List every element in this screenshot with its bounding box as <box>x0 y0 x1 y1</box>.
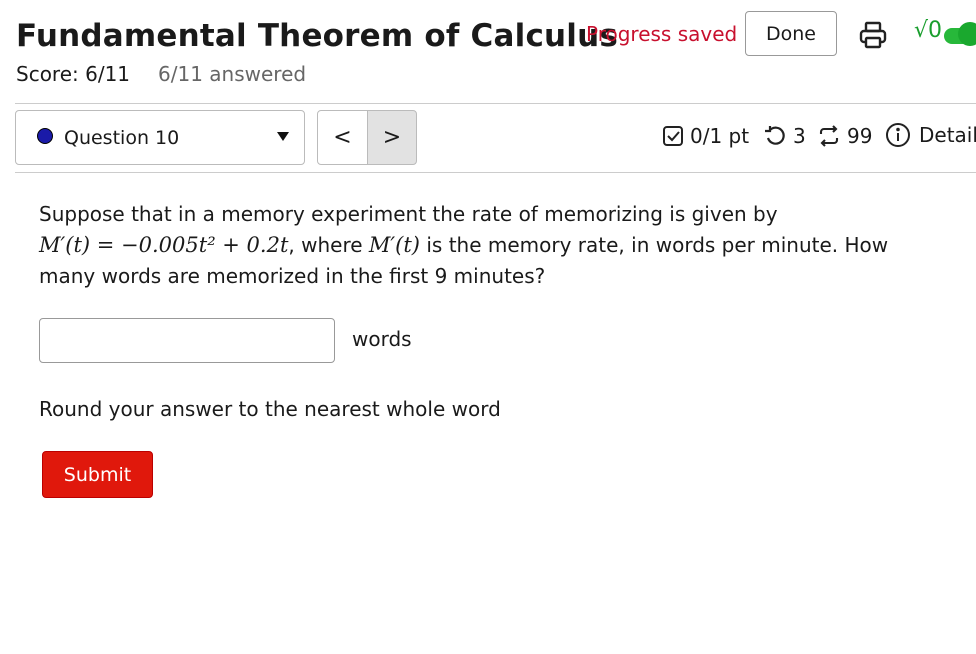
details-label: Details <box>919 123 976 147</box>
question-line-3: many words are memorized in the first 9 … <box>39 264 546 288</box>
question-text: Suppose that in a memory experiment the … <box>39 199 959 292</box>
header-divider <box>15 103 976 104</box>
nav-divider <box>15 172 976 173</box>
checkbox-icon <box>663 126 683 146</box>
points-text: 0/1 pt <box>690 124 750 148</box>
rate-symbol: M′(t) <box>368 233 421 257</box>
where-text: , where <box>288 233 369 257</box>
rounding-instruction: Round your answer to the nearest whole w… <box>39 397 501 421</box>
attempts-text: 99 <box>847 124 873 148</box>
question-select-label: Question 10 <box>64 127 180 149</box>
details-link[interactable]: Details <box>885 122 976 148</box>
answer-units: words <box>352 327 412 351</box>
chevron-down-icon <box>277 132 289 141</box>
rate-equation: M′(t) = −0.005t² + 0.2t <box>39 233 289 257</box>
score-text: Score: 6/11 <box>16 62 131 86</box>
print-icon[interactable] <box>858 20 888 50</box>
done-button[interactable]: Done <box>745 11 837 56</box>
next-question-button[interactable]: > <box>367 110 417 165</box>
retries-info: 3 <box>763 124 806 148</box>
toggle-knob[interactable] <box>958 22 976 46</box>
math-format-icon[interactable]: √0 <box>914 18 942 43</box>
previous-question-button[interactable]: < <box>317 110 368 165</box>
info-icon <box>886 123 910 147</box>
question-line-2-rest: is the memory rate, in words per minute.… <box>420 233 889 257</box>
answered-count: 6/11 answered <box>158 62 307 86</box>
progress-status: Progress saved <box>586 22 738 46</box>
attempts-info: 99 <box>817 124 872 148</box>
undo-icon <box>765 126 785 145</box>
question-status-dot <box>37 128 53 144</box>
submit-button[interactable]: Submit <box>42 451 153 498</box>
page-title: Fundamental Theorem of Calculus <box>16 18 619 54</box>
repeat-icon <box>819 125 839 147</box>
points-info: 0/1 pt <box>662 124 749 148</box>
question-line-1: Suppose that in a memory experiment the … <box>39 202 778 226</box>
question-line-2: M′(t) = −0.005t² + 0.2t, where M′(t) is … <box>39 230 959 261</box>
retries-text: 3 <box>793 124 806 148</box>
answer-input[interactable] <box>39 318 335 363</box>
